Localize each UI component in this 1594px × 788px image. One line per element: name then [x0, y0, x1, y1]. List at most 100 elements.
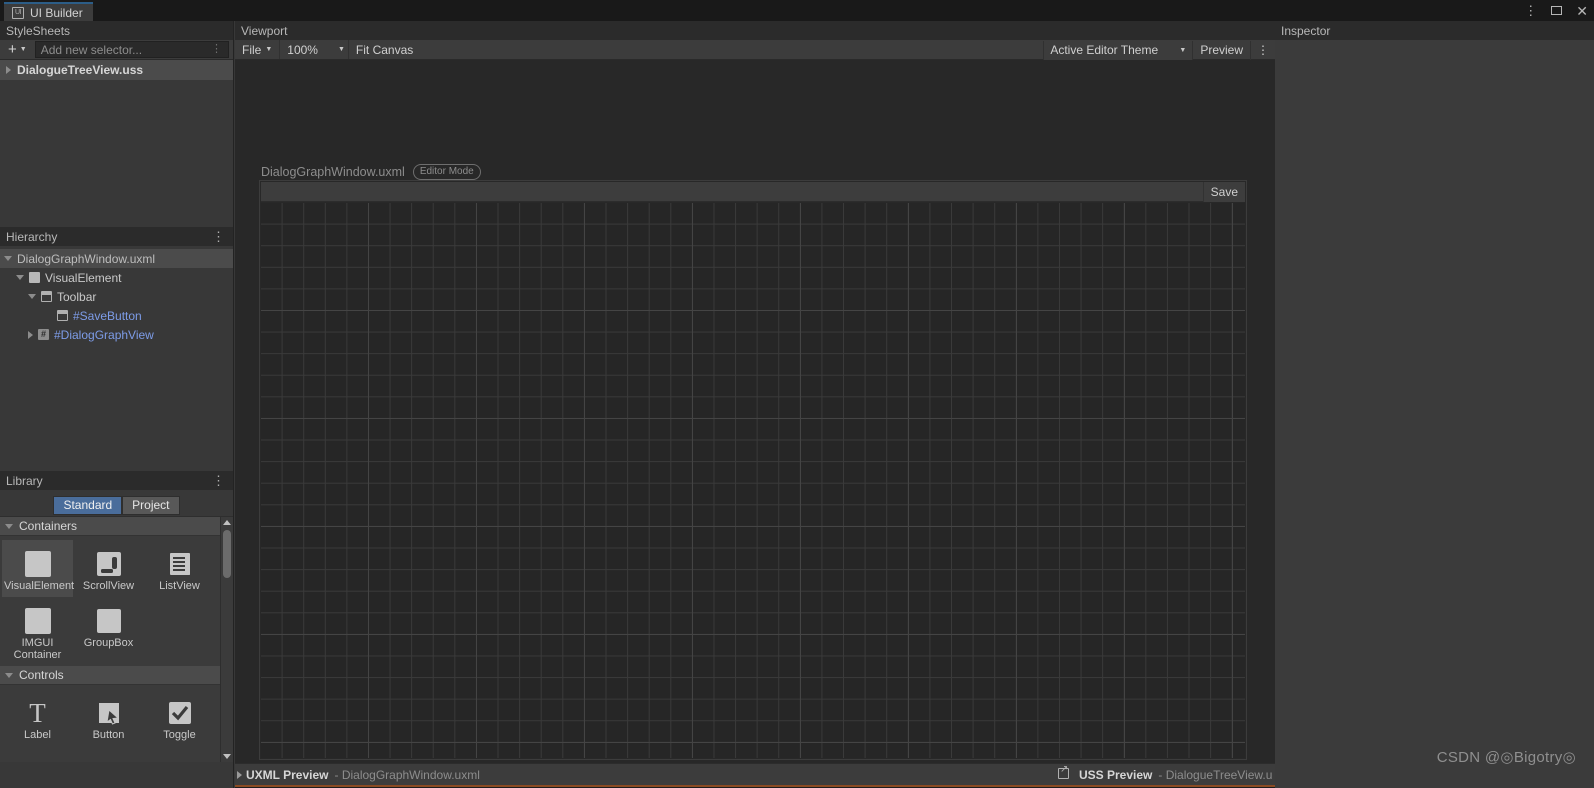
graph-view-icon: # — [38, 329, 49, 340]
library-item-label: GroupBox — [83, 637, 134, 649]
hierarchy-node-dialoggraphview[interactable]: # #DialogGraphView — [0, 325, 233, 344]
close-icon[interactable]: ✕ — [1576, 4, 1588, 18]
hierarchy-kebab-menu-icon[interactable]: ⋮ — [212, 229, 225, 245]
hierarchy-node-savebutton[interactable]: #SaveButton — [0, 306, 233, 325]
chevron-right-icon[interactable] — [28, 330, 33, 339]
scrollbar-thumb[interactable] — [223, 530, 231, 578]
stylesheet-file-row[interactable]: DialogueTreeView.uss — [0, 60, 233, 80]
chevron-down-icon: ▼ — [1179, 46, 1187, 54]
stylesheet-file-name: DialogueTreeView.uss — [17, 63, 144, 77]
graph-view-grid[interactable] — [261, 203, 1245, 758]
square-icon — [4, 605, 71, 637]
hierarchy-node-toolbar[interactable]: Toolbar — [0, 287, 233, 306]
viewport-toolbar-right: Active Editor Theme ▼ Preview ⋮ — [1043, 40, 1275, 60]
hierarchy-node-label: DialogGraphWindow.uxml — [17, 251, 156, 266]
popout-icon[interactable] — [1058, 764, 1069, 779]
chevron-right-icon[interactable] — [6, 66, 11, 74]
library-section-controls[interactable]: Controls — [0, 666, 233, 685]
fit-canvas-button[interactable]: Fit Canvas — [349, 40, 420, 59]
viewport-panel: Viewport File ▼ 100% ▼ Fit Canvas Active… — [235, 21, 1275, 788]
library-section-title: Controls — [19, 668, 64, 682]
inspector-content — [1275, 40, 1594, 788]
square-icon — [75, 605, 142, 637]
library-item-scrollview[interactable]: ScrollView — [73, 540, 144, 597]
uss-preview-bar[interactable]: USS Preview - DialogueTreeView.u — [1075, 763, 1275, 785]
toolbar-icon — [41, 291, 52, 302]
chevron-down-icon[interactable] — [28, 294, 36, 299]
chevron-down-icon: ▼ — [337, 46, 345, 53]
tab-project[interactable]: Project — [122, 495, 180, 515]
checkmark-icon — [146, 697, 213, 729]
tab-standard[interactable]: Standard — [53, 495, 123, 515]
stylesheets-title: StyleSheets — [6, 23, 71, 38]
library-item-groupbox[interactable]: GroupBox — [73, 597, 144, 666]
tab-project-label: Project — [132, 498, 170, 512]
canvas-document-name: DialogGraphWindow.uxml — [261, 165, 405, 179]
hierarchy-node-document[interactable]: DialogGraphWindow.uxml — [0, 249, 233, 268]
hierarchy-node-label: #DialogGraphView — [54, 327, 154, 342]
library-controls-grid: T Label Button Toggle — [0, 685, 233, 746]
library-item-label: ScrollView — [82, 580, 135, 592]
library-item-imguicontainer[interactable]: IMGUI Container — [2, 597, 73, 666]
chevron-down-icon[interactable] — [4, 256, 12, 261]
kebab-menu-icon[interactable]: ⋮ — [1524, 4, 1537, 17]
viewport-panel-header: Viewport — [235, 21, 1275, 40]
hierarchy-title: Hierarchy — [6, 229, 58, 244]
viewport-options-button[interactable]: ⋮ — [1250, 40, 1275, 60]
chevron-down-icon[interactable] — [16, 275, 24, 280]
listview-icon — [146, 548, 213, 580]
hierarchy-tree: DialogGraphWindow.uxml VisualElement Too… — [0, 246, 233, 471]
library-panel-header: Library ⋮ — [0, 471, 233, 490]
window-titlebar: UI UI Builder ⋮ ✕ — [0, 0, 1594, 21]
library-item-visualelement[interactable]: VisualElement — [2, 540, 74, 597]
chevron-down-icon: ▼ — [265, 46, 273, 53]
tab-label: UI Builder — [30, 5, 83, 20]
chevron-down-icon[interactable] — [5, 672, 13, 678]
library-item-label: ListView — [159, 580, 200, 592]
chevron-down-icon[interactable] — [5, 523, 13, 529]
add-stylesheet-button[interactable]: + ▼ — [4, 41, 31, 58]
inspector-title: Inspector — [1281, 23, 1331, 38]
scroll-up-icon[interactable] — [223, 520, 231, 525]
preview-toggle-button[interactable]: Preview — [1193, 41, 1250, 60]
library-scrollbar[interactable] — [220, 517, 233, 762]
library-item-button[interactable]: Button — [73, 689, 144, 746]
uss-preview-file: - DialogueTreeView.u — [1158, 767, 1273, 782]
save-button[interactable]: Save — [1202, 181, 1245, 202]
uxml-canvas[interactable]: Save — [259, 180, 1247, 760]
theme-dropdown[interactable]: Active Editor Theme ▼ — [1043, 40, 1194, 60]
plus-icon: + — [8, 40, 17, 58]
zoom-level-dropdown[interactable]: 100% ▼ — [279, 40, 349, 59]
uxml-preview-file: - DialogGraphWindow.uxml — [334, 767, 480, 782]
library-title: Library — [6, 473, 43, 488]
text-t-icon: T — [29, 698, 46, 728]
add-new-selector-input[interactable]: Add new selector... ⋮ — [34, 41, 229, 58]
library-containers-grid: VisualElement ScrollView ListView IMGUI … — [0, 536, 233, 666]
library-item-listview[interactable]: ListView — [144, 540, 215, 597]
uxml-preview-label: UXML Preview — [246, 767, 329, 782]
scroll-down-icon[interactable] — [223, 754, 231, 759]
uxml-preview-bar[interactable]: UXML Preview - DialogGraphWindow.uxml — [235, 763, 1075, 785]
canvas-document-label: DialogGraphWindow.uxml Editor Mode — [261, 164, 481, 180]
selector-placeholder: Add new selector... — [40, 42, 143, 57]
library-item-label[interactable]: T Label — [2, 689, 73, 746]
library-item-label-text: Label — [24, 729, 51, 741]
tab-ui-builder[interactable]: UI UI Builder — [4, 2, 93, 21]
selector-options-icon[interactable]: ⋮ — [211, 42, 222, 55]
library-scroll-area: Containers VisualElement ScrollView List… — [0, 516, 233, 762]
file-menu-button[interactable]: File ▼ — [235, 40, 279, 59]
left-panel-column: StyleSheets + ▼ Add new selector... ⋮ Di… — [0, 21, 234, 788]
uss-preview-label: USS Preview — [1079, 767, 1153, 782]
preview-label: Preview — [1200, 43, 1243, 57]
zoom-level-value: 100% — [287, 42, 318, 57]
library-kebab-menu-icon[interactable]: ⋮ — [212, 473, 225, 489]
chevron-down-icon: ▼ — [19, 46, 27, 53]
library-item-toggle[interactable]: Toggle — [144, 689, 215, 746]
visual-element-icon — [29, 272, 40, 283]
hierarchy-node-visualelement[interactable]: VisualElement — [0, 268, 233, 287]
inspector-panel: Inspector — [1275, 21, 1594, 788]
maximize-icon[interactable] — [1551, 5, 1563, 17]
library-section-containers[interactable]: Containers — [0, 517, 233, 536]
library-source-tabs: Standard Project — [0, 490, 233, 516]
save-button-label: Save — [1210, 184, 1238, 199]
